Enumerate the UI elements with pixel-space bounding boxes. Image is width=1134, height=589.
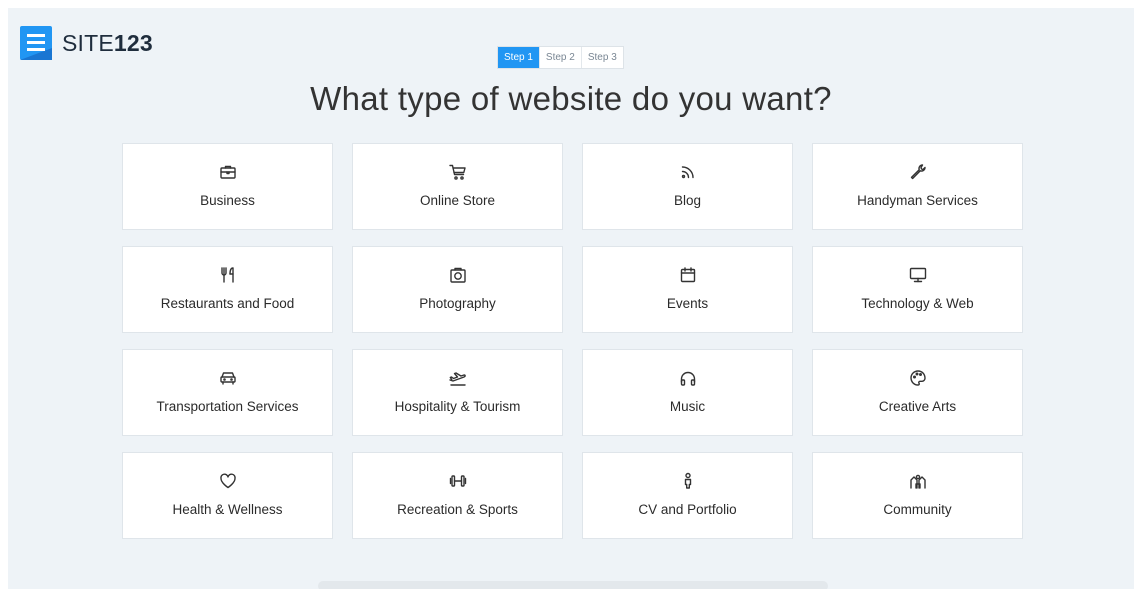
plane-icon	[448, 368, 468, 388]
logo-text-light: SITE	[62, 29, 114, 56]
shopping-cart-icon	[448, 162, 468, 182]
category-label: Restaurants and Food	[160, 296, 295, 311]
category-label: Events	[666, 296, 709, 311]
category-label: Handyman Services	[857, 193, 978, 208]
category-card-photography[interactable]: Photography	[352, 246, 563, 333]
step-1-tab[interactable]: Step 1	[498, 47, 539, 68]
community-icon	[908, 471, 928, 491]
category-label: Technology & Web	[861, 296, 974, 311]
category-card-transportation-services[interactable]: Transportation Services	[122, 349, 333, 436]
category-label: Health & Wellness	[172, 502, 283, 517]
category-card-health-and-wellness[interactable]: Health & Wellness	[122, 452, 333, 539]
category-card-restaurants-and-food[interactable]: Restaurants and Food	[122, 246, 333, 333]
category-card-recreation-and-sports[interactable]: Recreation & Sports	[352, 452, 563, 539]
camera-icon	[448, 265, 468, 285]
car-icon	[218, 368, 238, 388]
category-card-technology-and-web[interactable]: Technology & Web	[812, 246, 1023, 333]
heart-icon	[218, 471, 238, 491]
step-3-tab[interactable]: Step 3	[580, 47, 623, 68]
category-label: Music	[669, 399, 706, 414]
logo-wordmark: SITE123	[62, 29, 153, 56]
category-card-cv-and-portfolio[interactable]: CV and Portfolio	[582, 452, 793, 539]
calendar-icon	[678, 265, 698, 285]
category-label: Recreation & Sports	[397, 502, 518, 517]
site123-logo[interactable]: SITE123	[20, 26, 153, 60]
category-card-music[interactable]: Music	[582, 349, 793, 436]
person-icon	[678, 471, 698, 491]
headphones-icon	[678, 368, 698, 388]
category-grid: Business Online Store Blog Handyman Service…	[122, 143, 1023, 539]
bottom-bar	[318, 581, 828, 589]
category-card-handyman-services[interactable]: Handyman Services	[812, 143, 1023, 230]
category-label: Creative Arts	[878, 399, 957, 414]
briefcase-icon	[218, 162, 238, 182]
rss-icon	[678, 162, 698, 182]
category-label: Photography	[419, 296, 496, 311]
category-card-online-store[interactable]: Online Store	[352, 143, 563, 230]
dumbbell-icon	[448, 471, 468, 491]
logo-mark-icon	[20, 26, 52, 60]
utensils-icon	[218, 265, 238, 285]
category-label: Online Store	[419, 193, 496, 208]
category-label: Transportation Services	[156, 399, 299, 414]
step-2-tab[interactable]: Step 2	[538, 47, 581, 68]
category-label: Business	[200, 193, 255, 208]
category-label: Community	[883, 502, 952, 517]
category-card-creative-arts[interactable]: Creative Arts	[812, 349, 1023, 436]
category-card-hospitality-and-tourism[interactable]: Hospitality & Tourism	[352, 349, 563, 436]
category-label: Blog	[673, 193, 702, 208]
category-label: Hospitality & Tourism	[394, 399, 521, 414]
palette-icon	[908, 368, 928, 388]
wrench-icon	[908, 162, 928, 182]
logo-text-bold: 123	[113, 29, 153, 56]
category-card-events[interactable]: Events	[582, 246, 793, 333]
monitor-icon	[908, 265, 928, 285]
category-card-business[interactable]: Business	[122, 143, 333, 230]
page-title: What type of website do you want?	[310, 80, 832, 117]
category-card-community[interactable]: Community	[812, 452, 1023, 539]
step-indicator: Step 1 Step 2 Step 3	[497, 46, 624, 69]
category-card-blog[interactable]: Blog	[582, 143, 793, 230]
page-background: SITE123 Step 1 Step 2 Step 3 What type of …	[8, 8, 1134, 589]
category-label: CV and Portfolio	[638, 502, 737, 517]
